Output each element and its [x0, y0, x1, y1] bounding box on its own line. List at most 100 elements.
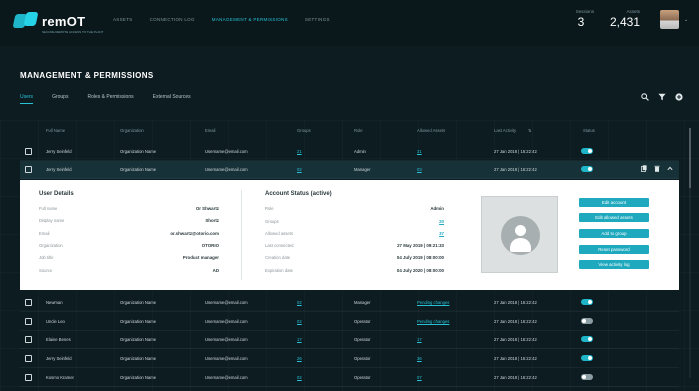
row-checkbox[interactable] — [25, 148, 32, 155]
main-nav: ASSETS CONNECTION LOG MANAGEMENT & PERMI… — [113, 17, 330, 22]
sessions-stat[interactable]: Sessions 3 — [568, 9, 594, 29]
cell-assets-link[interactable]: 17 — [417, 337, 422, 342]
cell-assets-link[interactable]: 07 — [417, 375, 422, 380]
nav-assets[interactable]: ASSETS — [113, 17, 133, 22]
cell-email: Username@email.com — [205, 337, 248, 342]
col-status[interactable]: Status — [583, 128, 595, 133]
row-checkbox[interactable] — [25, 318, 32, 325]
tab-external-sources[interactable]: External Sources — [153, 94, 191, 104]
nav-settings[interactable]: SETTINGS — [305, 17, 330, 22]
cell-name: Jerry Seinfeld — [46, 167, 72, 172]
col-full-name[interactable]: Full Name — [46, 128, 65, 133]
tab-roles-permissions[interactable]: Roles & Permissions — [87, 94, 133, 104]
row-checkbox[interactable] — [25, 166, 32, 173]
field-label: Allowed assets — [265, 231, 293, 236]
cell-activity: 27 Jan 2018 | 16:22:42 — [494, 337, 537, 342]
tab-groups[interactable]: Groups — [52, 94, 68, 104]
col-last-activity[interactable]: Last Activity — [494, 128, 516, 133]
search-icon[interactable] — [640, 92, 649, 101]
status-toggle[interactable] — [581, 374, 593, 380]
status-toggle[interactable] — [581, 318, 593, 324]
row-checkbox[interactable] — [25, 355, 32, 362]
chevron-up-icon[interactable] — [666, 165, 673, 173]
cell-assets-link[interactable]: 03 — [417, 167, 422, 172]
field-label: Groups — [265, 219, 279, 224]
cell-groups-link[interactable]: 17 — [297, 337, 302, 342]
assets-stat[interactable]: Assets 2,431 — [606, 9, 640, 29]
table-row[interactable]: Jerry Seinfeld Organization Name Usernam… — [20, 350, 679, 368]
col-groups[interactable]: Groups — [297, 128, 311, 133]
field-value-display-name: Shortz — [205, 218, 219, 223]
sort-icon[interactable]: ⇅ — [528, 128, 532, 133]
cell-email: Username@email.com — [205, 356, 248, 361]
table-row-selected[interactable]: Jerry Seinfeld Organization Name Usernam… — [20, 161, 679, 179]
table-row[interactable]: Uncle Leo Organization Name Username@ema… — [20, 313, 679, 331]
cell-groups-link[interactable]: 21 — [297, 149, 302, 154]
plus-circle-icon[interactable] — [674, 92, 683, 101]
field-value-expiration-date: 04 July 2020 | 08:00:00 — [396, 268, 444, 273]
logo-tagline: SECURE REMOTE ACCESS TO THE PLANT — [42, 30, 104, 34]
row-checkbox[interactable] — [25, 374, 32, 381]
field-label: Email — [39, 231, 50, 236]
cell-assets-pending[interactable]: Pending changes — [417, 319, 449, 324]
col-role[interactable]: Role — [354, 128, 363, 133]
table-row[interactable]: Jerry Seinfeld Organization Name Usernam… — [20, 143, 679, 161]
col-email[interactable]: Email — [205, 128, 215, 133]
cell-role: Operator — [354, 375, 371, 380]
row-checkbox[interactable] — [25, 299, 32, 306]
cell-role: Manager — [354, 167, 371, 172]
cell-assets-link[interactable]: 31 — [417, 149, 422, 154]
scrollbar-thumb[interactable] — [689, 128, 691, 188]
sessions-value: 3 — [577, 15, 585, 29]
cell-groups-link[interactable]: 26 — [297, 356, 302, 361]
status-toggle[interactable] — [581, 336, 593, 342]
table-row[interactable]: Elaine Benes Organization Name Username@… — [20, 331, 679, 349]
status-toggle[interactable] — [581, 148, 593, 154]
cell-role: Operator — [354, 337, 371, 342]
avatar[interactable] — [660, 10, 679, 29]
tab-users[interactable]: Users — [20, 94, 34, 104]
field-value-allowed-assets-link[interactable]: 37 — [390, 231, 444, 236]
cell-name: Kosmo Kramer — [46, 375, 74, 380]
nav-connection-log[interactable]: CONNECTION LOG — [150, 17, 195, 22]
status-toggle[interactable] — [581, 355, 593, 361]
trash-icon[interactable] — [653, 165, 660, 173]
status-toggle[interactable] — [581, 166, 593, 172]
field-value-groups-link[interactable]: 20 — [390, 219, 444, 224]
cell-groups-link[interactable]: 02 — [297, 319, 302, 324]
status-toggle[interactable] — [581, 299, 593, 305]
nav-management-permissions[interactable]: MANAGEMENT & PERMISSIONS — [212, 17, 288, 22]
edit-account-button[interactable]: Edit account — [579, 198, 649, 207]
cell-name: Elaine Benes — [46, 337, 71, 342]
panel-divider — [241, 190, 242, 280]
chevron-down-icon[interactable]: ⌄ — [684, 17, 688, 23]
table-row[interactable]: Kosmo Kramer Organization Name Username@… — [20, 369, 679, 387]
tab-bar: Users Groups Roles & Permissions Externa… — [20, 94, 191, 104]
field-label: Display name — [39, 218, 65, 223]
copy-icon[interactable] — [640, 165, 647, 173]
edit-allowed-assets-button[interactable]: Edit allowed assets — [579, 213, 649, 222]
field-label: Organization — [39, 243, 63, 248]
field-value-email: or.shwartz@otorio.com — [170, 231, 219, 236]
cell-assets-link[interactable]: 36 — [417, 356, 422, 361]
cell-email: Username@email.com — [205, 375, 248, 380]
col-allowed-assets[interactable]: Allowed Assets — [417, 128, 445, 133]
sessions-label: Sessions — [575, 9, 594, 14]
cell-groups-link[interactable]: 02 — [297, 375, 302, 380]
cell-groups-link[interactable]: 02 — [297, 167, 302, 172]
view-activity-log-button[interactable]: View activity log — [579, 260, 649, 269]
cell-groups-link[interactable]: 02 — [297, 300, 302, 305]
cell-assets-pending[interactable]: Pending changes — [417, 300, 449, 305]
col-organization[interactable]: Organization — [120, 128, 144, 133]
profile-photo-placeholder[interactable] — [481, 196, 558, 273]
row-checkbox[interactable] — [25, 336, 32, 343]
add-to-group-button[interactable]: Add to group — [579, 229, 649, 238]
cell-org: Organization Name — [120, 149, 157, 154]
logo[interactable]: remOT SECURE REMOTE ACCESS TO THE PLANT — [12, 12, 103, 34]
cell-activity: 27 Jan 2018 | 16:22:42 — [494, 300, 537, 305]
filter-icon[interactable] — [657, 92, 666, 101]
toolbar — [640, 92, 683, 101]
reset-password-button[interactable]: Reset password — [579, 245, 649, 254]
table-row[interactable]: Newman Organization Name Username@email.… — [20, 294, 679, 312]
table-scrollbar[interactable] — [689, 128, 691, 378]
